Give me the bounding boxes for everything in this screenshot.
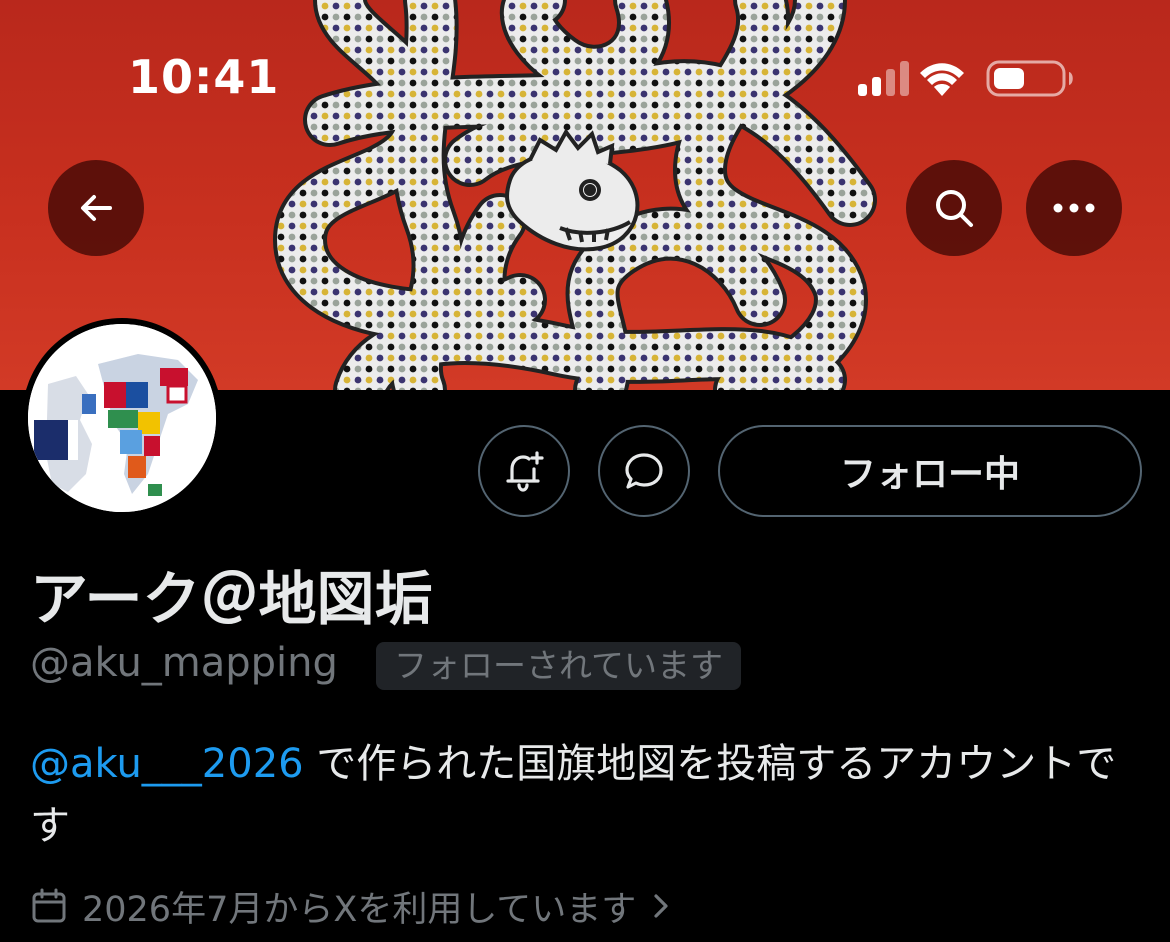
- arrow-left-icon: [81, 195, 112, 221]
- chevron-right-icon: [650, 891, 672, 921]
- status-time: 10:41: [128, 50, 280, 104]
- profile-bio: @aku___2026 で作られた国旗地図を投稿するアカウントです: [30, 733, 1150, 857]
- joined-date-row[interactable]: 2026年7月からXを利用しています: [30, 882, 672, 930]
- cellular-signal-icon: [858, 61, 909, 96]
- profile-handle: @aku_mapping: [30, 640, 338, 686]
- back-button[interactable]: [48, 160, 144, 256]
- message-button[interactable]: [598, 425, 690, 517]
- battery-icon: [986, 60, 1073, 97]
- joined-date-text: 2026年7月からXを利用しています: [82, 889, 637, 930]
- wifi-icon: [920, 63, 964, 96]
- notifications-button[interactable]: [478, 425, 570, 517]
- search-icon: [936, 190, 973, 227]
- bell-plus-icon: [506, 451, 544, 492]
- calendar-icon: [30, 887, 68, 925]
- profile-banner[interactable]: 10:41: [0, 0, 1170, 390]
- bio-mention-link[interactable]: @aku___2026: [30, 741, 304, 787]
- avatar-image: [28, 324, 216, 512]
- more-button[interactable]: [1026, 160, 1122, 256]
- profile-display-name: アーク＠地図垢: [30, 565, 433, 633]
- profile-avatar[interactable]: [22, 318, 222, 518]
- search-button[interactable]: [906, 160, 1002, 256]
- status-icons: [858, 58, 1090, 102]
- follows-you-badge: フォローされています: [376, 642, 742, 690]
- flag-map-image: [28, 324, 216, 512]
- following-button[interactable]: フォロー中: [718, 425, 1142, 517]
- chat-bubble-icon: [625, 453, 663, 489]
- more-horizontal-icon: [1053, 203, 1095, 213]
- profile-screen: 10:41 フォロー中 アーク＠地図垢 @aku_mapping フォローされて…: [0, 0, 1170, 942]
